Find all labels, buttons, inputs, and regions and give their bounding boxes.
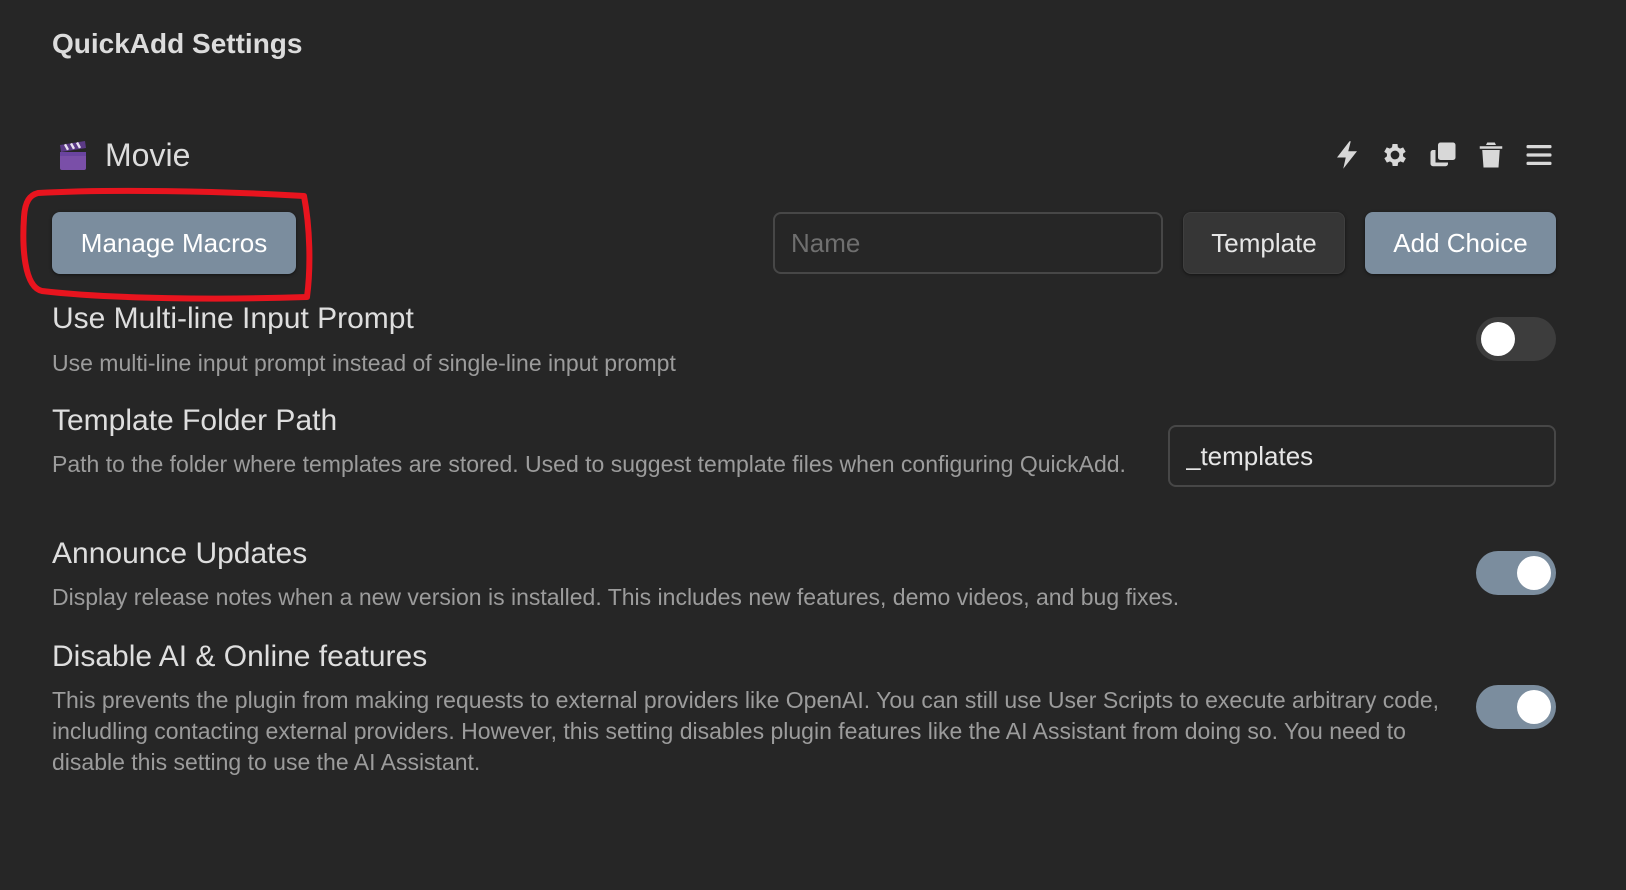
setting-desc-multiline: Use multi-line input prompt instead of s… xyxy=(52,350,676,376)
toggle-knob xyxy=(1517,690,1551,724)
setting-name-disable-ai: Disable AI & Online features xyxy=(52,640,428,673)
toggle-announce-updates[interactable] xyxy=(1476,551,1556,595)
trash-icon[interactable] xyxy=(1474,138,1508,172)
setting-desc-template-folder: Path to the folder where templates are s… xyxy=(52,451,1126,477)
setting-name-multiline: Use Multi-line Input Prompt xyxy=(52,302,414,335)
setting-name-announce-updates: Announce Updates xyxy=(52,537,308,570)
gear-icon[interactable] xyxy=(1378,138,1412,172)
choice-name: Movie xyxy=(105,137,191,173)
setting-name-template-folder: Template Folder Path xyxy=(52,404,338,437)
lightning-icon[interactable] xyxy=(1330,138,1364,172)
template-folder-input[interactable] xyxy=(1168,425,1556,487)
toggle-knob xyxy=(1481,322,1515,356)
setting-desc-announce-updates: Display release notes when a new version… xyxy=(52,584,1180,610)
clapperboard-icon xyxy=(58,140,88,177)
toggle-knob xyxy=(1517,556,1551,590)
setting-desc-disable-ai: This prevents the plugin from making req… xyxy=(52,687,1440,775)
add-choice-button[interactable]: Add Choice xyxy=(1365,212,1556,274)
choice-row: Movie xyxy=(52,132,1556,182)
page-title: QuickAdd Settings xyxy=(52,28,303,59)
duplicate-icon[interactable] xyxy=(1426,138,1460,172)
template-type-button[interactable]: Template xyxy=(1183,212,1345,274)
annotation-highlight xyxy=(20,187,313,302)
choice-name-input[interactable] xyxy=(773,212,1163,274)
drag-handle-icon[interactable] xyxy=(1522,138,1556,172)
choice-actions xyxy=(1330,138,1556,172)
toggle-multiline[interactable] xyxy=(1476,317,1556,361)
toggle-disable-ai[interactable] xyxy=(1476,685,1556,729)
